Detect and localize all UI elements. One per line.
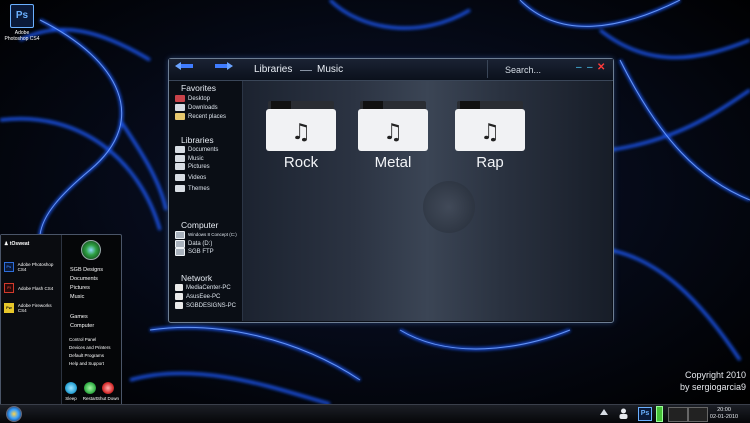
pinned-photoshop[interactable]: Ps Adobe Photoshop CS4 (4, 262, 61, 272)
svg-text:♫: ♫ (383, 120, 403, 145)
pinned-fireworks[interactable]: Fw Adobe Fireworks CS4 (4, 303, 61, 313)
breadcrumb-music[interactable]: Music (317, 64, 343, 75)
nav-themes[interactable]: Themes (175, 184, 210, 193)
search-box[interactable]: Search... (487, 60, 565, 78)
back-arrow-icon[interactable] (175, 62, 193, 70)
explorer-window: Libraries Music Search... – – ✕ Favorite… (168, 58, 614, 323)
user-icon: ♟ (4, 241, 9, 247)
music-folder-icon: ♫ (455, 101, 525, 151)
taskbar: Ps 20:00 02-01-2010 (0, 404, 750, 423)
folder-label: Rock (283, 154, 319, 171)
network-drive-icon (175, 247, 185, 256)
computer-icon (175, 284, 183, 291)
close-button[interactable]: ✕ (597, 62, 605, 74)
photoshop-icon: Ps (10, 4, 34, 28)
link-control-panel[interactable]: Control Panel (69, 337, 96, 342)
link-default-programs[interactable]: Default Programs (69, 353, 104, 358)
volume-icon[interactable] (688, 407, 708, 422)
user-name: ♟ tOsweat (4, 241, 30, 247)
folder-metal[interactable]: ♫ Metal (358, 99, 428, 171)
photoshop-icon: Ps (4, 262, 14, 272)
nav-asuseee-pc[interactable]: AsusEee-PC (175, 292, 220, 301)
file-view: ♫ Rock ♫ Metal ♫ Rap (243, 81, 612, 321)
minimize-button[interactable]: – (576, 62, 582, 74)
documents-icon (175, 146, 185, 153)
sleep-button[interactable] (65, 382, 77, 394)
recent-places-icon (175, 113, 185, 120)
link-sgb-designs[interactable]: SGB Designs (70, 267, 103, 273)
link-help-support[interactable]: Help and Support (69, 361, 104, 366)
downloads-icon (175, 104, 185, 111)
nav-pictures[interactable]: Pictures (175, 162, 210, 171)
computer-icon (175, 302, 183, 309)
nav-sgbdesigns-pc[interactable]: SGBDESIGNS-PC (175, 301, 236, 310)
desktop-shortcut-photoshop[interactable]: Ps Adobe Photoshop CS4 (4, 4, 40, 42)
nav-videos[interactable]: Videos (175, 173, 206, 182)
pinned-flash[interactable]: Fl Adobe Flash CS4 (4, 283, 53, 293)
folder-rap[interactable]: ♫ Rap (455, 99, 525, 171)
link-music[interactable]: Music (70, 294, 84, 300)
folder-label: Rap (476, 154, 504, 171)
breadcrumb-libraries[interactable]: Libraries (254, 64, 292, 75)
user-tray-icon[interactable] (618, 408, 629, 419)
battery-icon[interactable] (656, 406, 663, 422)
music-folder-icon: ♫ (358, 101, 428, 151)
section-computer[interactable]: Computer (181, 220, 218, 230)
forward-arrow-icon[interactable] (215, 62, 233, 70)
copyright-text: Copyright 2010 by sergiogarcia9 (679, 370, 746, 392)
maximize-button[interactable]: – (587, 62, 593, 74)
flash-icon: Fl (4, 283, 14, 293)
folder-rock[interactable]: ♫ Rock (266, 99, 336, 171)
shutdown-label: Shut Down (97, 396, 120, 401)
start-orb-button[interactable] (6, 406, 22, 422)
user-picture-orb (81, 240, 101, 260)
desktop-icon (175, 95, 185, 102)
show-hidden-icons-icon[interactable] (600, 409, 608, 415)
clock[interactable]: 20:00 02-01-2010 (708, 407, 740, 421)
windows-logo-watermark (423, 181, 475, 233)
nav-recent-places[interactable]: Recent places (175, 112, 226, 121)
start-menu: ♟ tOsweat Ps Adobe Photoshop CS4 Fl Adob… (0, 234, 122, 406)
nav-drive-c[interactable]: Windows 8 Concept (C:) (175, 230, 237, 239)
breadcrumb-separator (300, 70, 312, 71)
shutdown-button[interactable] (102, 382, 114, 394)
navigation-pane: Favorites Desktop Downloads Recent place… (169, 81, 243, 321)
svg-text:♫: ♫ (480, 120, 500, 145)
pictures-icon (175, 163, 185, 170)
section-libraries[interactable]: Libraries (181, 135, 214, 145)
nav-documents[interactable]: Documents (175, 145, 218, 154)
link-devices-printers[interactable]: Devices and Printers (69, 345, 111, 350)
link-computer[interactable]: Computer (70, 323, 94, 329)
section-favorites[interactable]: Favorites (181, 83, 216, 93)
nav-mediacenter-pc[interactable]: MediaCenter-PC (175, 283, 231, 292)
music-icon (175, 155, 185, 162)
fireworks-icon: Fw (4, 303, 14, 313)
computer-icon (175, 293, 183, 300)
link-games[interactable]: Games (70, 314, 88, 320)
svg-text:♫: ♫ (291, 120, 311, 145)
folder-label: Metal (374, 154, 412, 171)
desktop-shortcut-label: Adobe Photoshop CS4 (4, 30, 40, 42)
window-toolbar: Libraries Music Search... – – ✕ (169, 59, 613, 81)
nav-downloads[interactable]: Downloads (175, 103, 218, 112)
network-icon[interactable] (668, 407, 688, 422)
section-network[interactable]: Network (181, 273, 212, 283)
link-documents[interactable]: Documents (70, 276, 98, 282)
link-pictures[interactable]: Pictures (70, 285, 90, 291)
music-folder-icon: ♫ (266, 101, 336, 151)
videos-icon (175, 174, 185, 181)
restart-button[interactable] (84, 382, 96, 394)
themes-icon (175, 185, 185, 192)
nav-sgb-ftp[interactable]: SGB FTP (175, 247, 214, 256)
start-menu-programs: ♟ tOsweat Ps Adobe Photoshop CS4 Fl Adob… (1, 235, 62, 405)
drive-icon (175, 230, 185, 239)
nav-desktop[interactable]: Desktop (175, 94, 210, 103)
photoshop-tray-icon[interactable]: Ps (638, 407, 652, 421)
